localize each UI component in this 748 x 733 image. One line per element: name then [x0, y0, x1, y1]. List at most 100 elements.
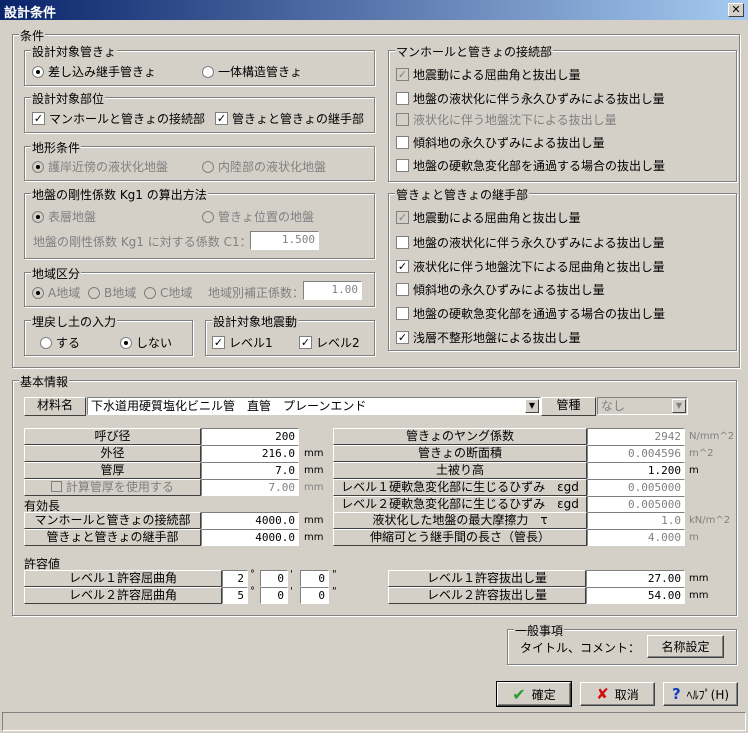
radio-pipe-level[interactable]: 管きょ位置の地盤 — [202, 208, 314, 225]
pull-l2-input[interactable]: 54.00 — [586, 587, 685, 604]
help-button[interactable]: ? ﾍﾙﾌﾟ(H) — [663, 682, 738, 706]
checkbox[interactable]: ✓ — [32, 112, 45, 125]
region-corr-input[interactable]: 1.00 — [303, 281, 362, 300]
thickness-input[interactable]: 7.0 — [201, 462, 299, 479]
radio-inland[interactable]: 内陸部の液状化地盤 — [202, 158, 326, 175]
radio-coastal[interactable]: 護岸近傍の液状化地盤 — [32, 158, 168, 175]
min-symbol: ' — [290, 569, 293, 580]
unit: m^2 — [689, 448, 714, 459]
young-label: 管きょのヤング係数 — [333, 428, 587, 445]
radio-dot[interactable] — [32, 160, 44, 173]
check-jt-5[interactable]: ✓ 浅層不整形地盤による抜出し量 — [396, 329, 581, 346]
close-button[interactable]: ✕ — [728, 3, 744, 17]
checkbox[interactable]: ✓ — [299, 336, 312, 349]
chevron-down-icon[interactable]: ▼ — [525, 399, 539, 413]
friction-input[interactable]: 1.0 — [587, 512, 685, 529]
group-label: 設計対象地震動 — [212, 313, 299, 330]
strain-l2-input[interactable]: 0.005000 — [587, 496, 685, 513]
checkbox[interactable] — [51, 481, 63, 492]
angle-l2-deg[interactable]: 5 — [222, 587, 248, 604]
group-label: 基本情報 — [19, 373, 70, 390]
check-mh-0[interactable]: ✓ 地震動による屈曲角と抜出し量 — [396, 66, 581, 83]
radio-dot[interactable] — [144, 286, 156, 299]
radio-backfill-no[interactable]: しない — [120, 334, 172, 351]
young-input[interactable]: 2942 — [587, 428, 685, 445]
option-label: マンホールと管きょの接続部 — [49, 112, 206, 126]
option-label: レベル1 — [229, 336, 273, 350]
strain-l1-input[interactable]: 0.005000 — [587, 479, 685, 496]
check-jt-4[interactable]: 地盤の硬軟急変化部を通過する場合の抜出し量 — [396, 305, 665, 322]
check-jt-1[interactable]: 地盤の液状化に伴う永久ひずみによる抜出し量 — [396, 234, 665, 251]
checkbox[interactable] — [396, 92, 409, 105]
check-mh-2[interactable]: 液状化に伴う地盤沈下による抜出し量 — [396, 111, 617, 128]
radio-dot[interactable] — [202, 160, 214, 173]
ok-button[interactable]: ✔ 確定 — [496, 681, 572, 707]
check-level1[interactable]: ✓ レベル1 — [212, 334, 273, 351]
pull-l1-input[interactable]: 27.00 — [586, 570, 685, 587]
angle-l1-sec[interactable]: 0 — [300, 570, 329, 587]
checkbox[interactable]: ✓ — [396, 68, 409, 81]
sec-symbol: " — [332, 569, 337, 580]
checkbox[interactable] — [396, 159, 409, 172]
radio-dot[interactable] — [40, 336, 52, 349]
check-level2[interactable]: ✓ レベル2 — [299, 334, 360, 351]
unit: m — [689, 532, 699, 543]
checkbox[interactable] — [396, 307, 409, 320]
radio-region-a[interactable]: A地域 — [32, 284, 80, 301]
radio-dot[interactable] — [202, 210, 214, 223]
checkbox[interactable]: ✓ — [396, 331, 409, 344]
checkbox[interactable]: ✓ — [396, 260, 409, 273]
check-jt-2[interactable]: ✓ 液状化に伴う地盤沈下による屈曲角と抜出し量 — [396, 258, 665, 275]
radio-dot[interactable] — [32, 65, 44, 78]
check-jt-3[interactable]: 傾斜地の永久ひずみによる抜出し量 — [396, 281, 605, 298]
checkbox[interactable] — [396, 283, 409, 296]
check-manhole-connection[interactable]: ✓ マンホールと管きょの接続部 — [32, 110, 205, 127]
checkbox[interactable]: ✓ — [396, 211, 409, 224]
checkbox[interactable] — [396, 236, 409, 249]
radio-dot[interactable] — [88, 286, 100, 299]
c1-label: 地盤の剛性係数 Kg1 に対する係数 C1： — [33, 235, 252, 249]
material-select[interactable]: 下水道用硬質塩化ビニル管 直管 プレーンエンド ▼ — [87, 397, 541, 415]
radio-dot[interactable] — [120, 336, 132, 349]
radio-dot[interactable] — [202, 65, 214, 78]
joint-spacing-input[interactable]: 4.000 — [587, 529, 685, 546]
material-value: 下水道用硬質塩化ビニル管 直管 プレーンエンド — [91, 399, 367, 413]
check-mh-1[interactable]: 地盤の液状化に伴う永久ひずみによる抜出し量 — [396, 90, 665, 107]
radio-socket-joint[interactable]: 差し込み継手管きょ — [32, 63, 156, 80]
outer-diameter-input[interactable]: 216.0 — [201, 445, 299, 462]
eff-manhole-input[interactable]: 4000.0 — [201, 512, 299, 529]
angle-l2-min[interactable]: 0 — [260, 587, 288, 604]
cancel-button[interactable]: ✘ 取消 — [580, 682, 655, 706]
strain-l1-label: レベル１硬軟急変化部に生じるひずみ εgd — [333, 479, 587, 496]
cover-input[interactable]: 1.200 — [587, 462, 685, 479]
calc-thickness-input[interactable]: 7.00 — [201, 479, 299, 496]
angle-l1-deg[interactable]: 2 — [222, 570, 248, 587]
check-pipe-joint[interactable]: ✓ 管きょと管きょの継手部 — [215, 110, 364, 127]
unit: mm — [304, 448, 324, 459]
check-mh-4[interactable]: 地盤の硬軟急変化部を通過する場合の抜出し量 — [396, 157, 665, 174]
strain-l2-label: レベル２硬軟急変化部に生じるひずみ εgd — [333, 496, 587, 513]
kind-select[interactable]: なし ▼ — [597, 397, 688, 415]
nominal-diameter-input[interactable]: 200 — [201, 428, 299, 445]
radio-backfill-yes[interactable]: する — [40, 334, 80, 351]
checkbox[interactable]: ✓ — [212, 336, 225, 349]
checkbox[interactable] — [396, 113, 409, 126]
checkbox[interactable] — [396, 136, 409, 149]
checkbox[interactable]: ✓ — [215, 112, 228, 125]
angle-l1-min[interactable]: 0 — [260, 570, 288, 587]
angle-l2-sec[interactable]: 0 — [300, 587, 329, 604]
radio-dot[interactable] — [32, 210, 44, 223]
check-jt-0[interactable]: ✓ 地震動による屈曲角と抜出し量 — [396, 209, 581, 226]
radio-dot[interactable] — [32, 286, 44, 299]
chevron-down-icon[interactable]: ▼ — [672, 399, 686, 413]
radio-surface[interactable]: 表層地盤 — [32, 208, 96, 225]
eff-joint-input[interactable]: 4000.0 — [201, 529, 299, 546]
check-mh-3[interactable]: 傾斜地の永久ひずみによる抜出し量 — [396, 134, 605, 151]
radio-integral[interactable]: 一体構造管きょ — [202, 63, 302, 80]
area-input[interactable]: 0.004596 — [587, 445, 685, 462]
c1-input[interactable]: 1.500 — [250, 231, 319, 250]
use-calc-thickness-checkbox[interactable]: 計算管厚を使用する — [24, 479, 201, 496]
radio-region-c[interactable]: C地域 — [144, 284, 192, 301]
radio-region-b[interactable]: B地域 — [88, 284, 136, 301]
name-settings-button[interactable]: 名称設定 — [647, 635, 724, 658]
